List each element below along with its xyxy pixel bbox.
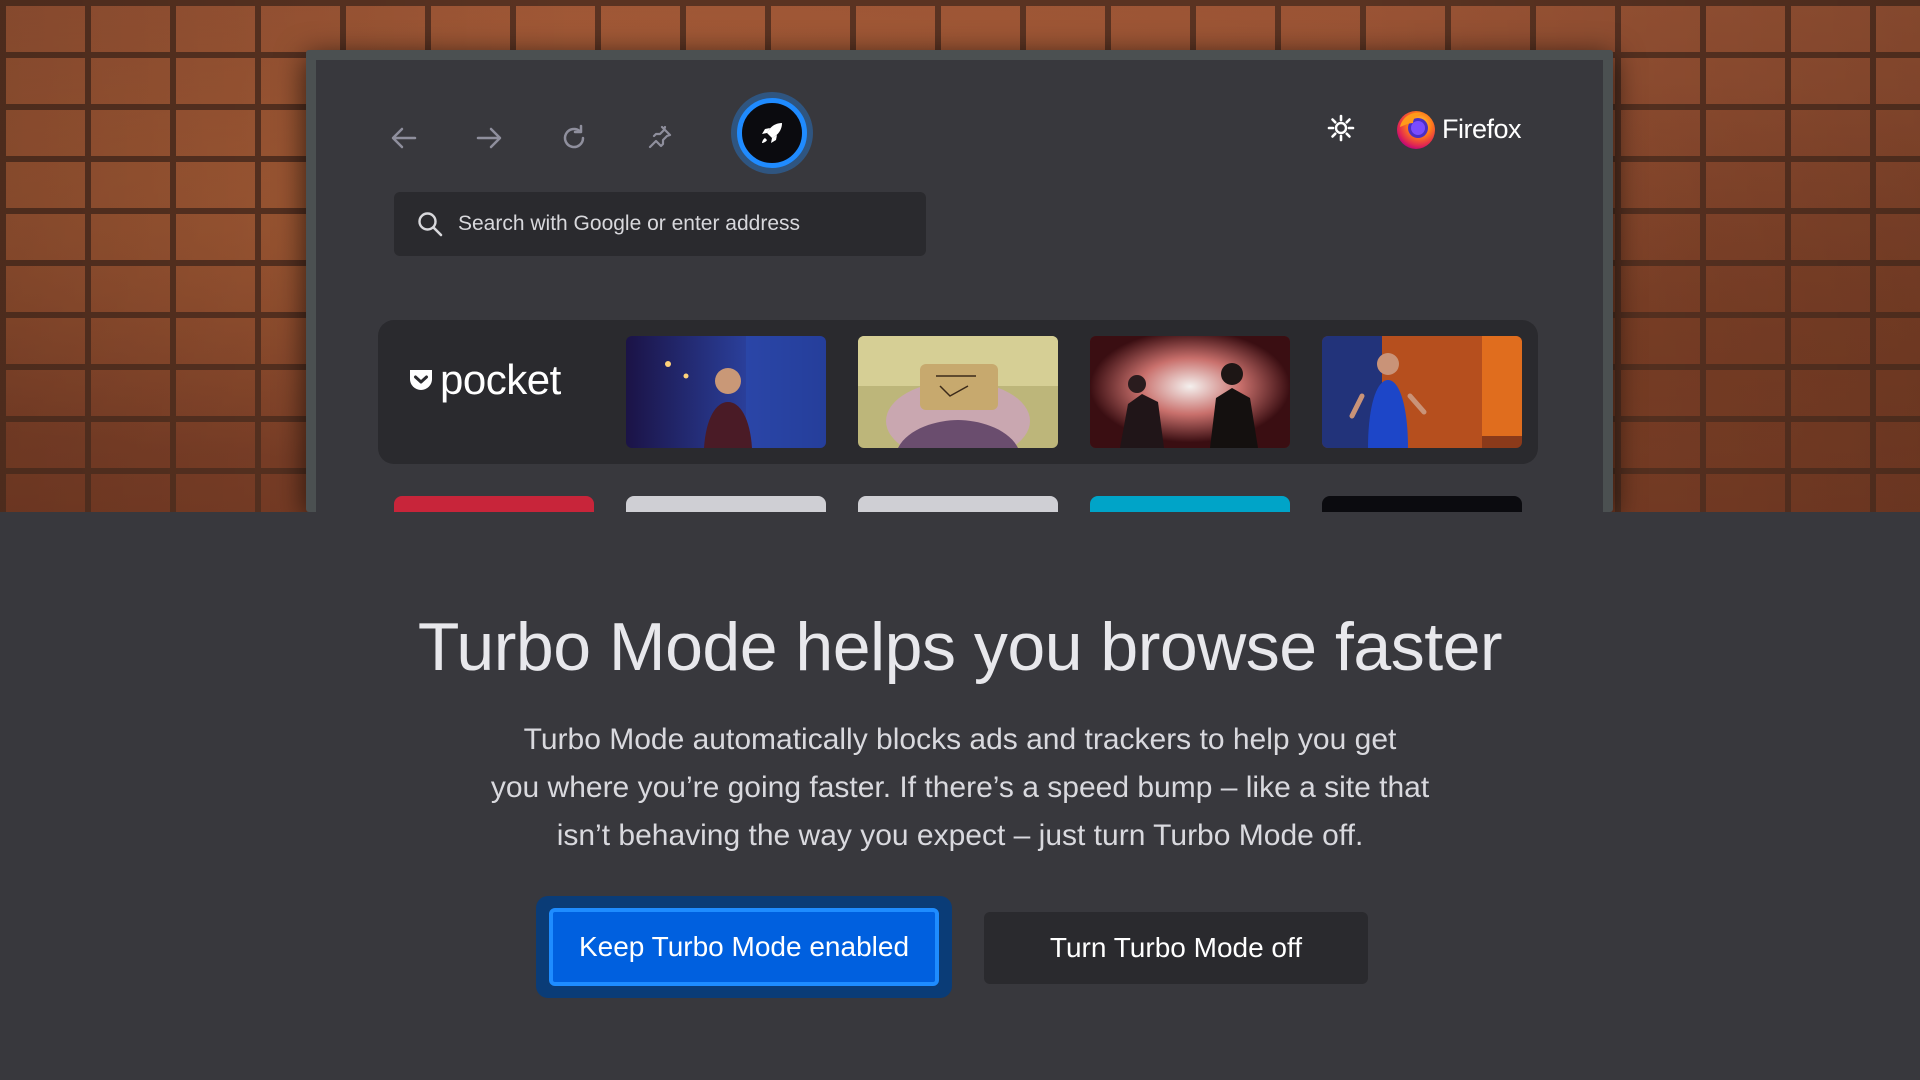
description-line: isn’t behaving the way you expect – just… bbox=[556, 819, 1364, 852]
reload-button[interactable] bbox=[546, 110, 602, 166]
turn-turbo-mode-off-button[interactable]: Turn Turbo Mode off bbox=[984, 912, 1368, 984]
pin-button[interactable] bbox=[631, 110, 687, 166]
pocket-thumbnail[interactable] bbox=[626, 336, 826, 448]
top-site-tile[interactable] bbox=[1090, 496, 1290, 512]
settings-button[interactable] bbox=[1321, 108, 1361, 148]
turbo-mode-button[interactable] bbox=[737, 98, 807, 168]
top-site-tile[interactable] bbox=[1322, 496, 1522, 512]
dialog-title: Turbo Mode helps you browse faster bbox=[417, 609, 1503, 685]
search-placeholder: Search with Google or enter address bbox=[458, 212, 801, 235]
speaker-in-blue-dress-image bbox=[1322, 336, 1522, 448]
focus-ring: Keep Turbo Mode enabled bbox=[536, 896, 952, 998]
description-line: Turbo Mode automatically blocks ads and … bbox=[523, 723, 1397, 756]
pocket-row: pocket bbox=[378, 320, 1538, 464]
pocket-tile[interactable]: pocket bbox=[408, 356, 561, 404]
pocket-label: pocket bbox=[440, 356, 561, 403]
description-line: you where you’re going faster. If there’… bbox=[490, 771, 1430, 804]
browser-home-screen: Firefox Search with Google or enter addr… bbox=[316, 60, 1603, 512]
firefox-brand: Firefox bbox=[1394, 105, 1522, 153]
tv-frame: Firefox Search with Google or enter addr… bbox=[306, 50, 1613, 512]
back-button[interactable] bbox=[376, 110, 432, 166]
pin-icon bbox=[648, 125, 672, 149]
firefox-logo-icon bbox=[1397, 111, 1435, 149]
pocket-thumbnail[interactable] bbox=[1090, 336, 1290, 448]
top-site-tile[interactable] bbox=[394, 496, 594, 512]
pocket-thumbnail[interactable] bbox=[858, 336, 1058, 448]
forward-button[interactable] bbox=[461, 110, 517, 166]
pocket-thumbnail[interactable] bbox=[1322, 336, 1522, 448]
turbo-mode-dialog: Turbo Mode helps you browse faster Turbo… bbox=[0, 512, 1920, 1080]
gear-icon bbox=[1327, 114, 1355, 142]
brand-name: Firefox bbox=[1442, 113, 1522, 144]
speaker-on-stage-image bbox=[626, 336, 826, 448]
dialog-description: Turbo Mode automatically blocks ads and … bbox=[450, 716, 1470, 860]
search-icon bbox=[418, 212, 443, 237]
top-site-tile[interactable] bbox=[626, 496, 826, 512]
top-site-tile[interactable] bbox=[858, 496, 1058, 512]
vr-headset-viewer-image bbox=[858, 336, 1058, 448]
firefighters-in-rain-image bbox=[1090, 336, 1290, 448]
back-arrow-icon bbox=[391, 127, 417, 149]
keep-turbo-mode-button[interactable]: Keep Turbo Mode enabled bbox=[549, 908, 939, 986]
reload-icon bbox=[563, 124, 585, 149]
rocket-icon bbox=[762, 123, 782, 143]
forward-arrow-icon bbox=[476, 127, 502, 149]
pocket-logo-icon bbox=[410, 370, 432, 390]
search-input[interactable]: Search with Google or enter address bbox=[394, 192, 926, 256]
